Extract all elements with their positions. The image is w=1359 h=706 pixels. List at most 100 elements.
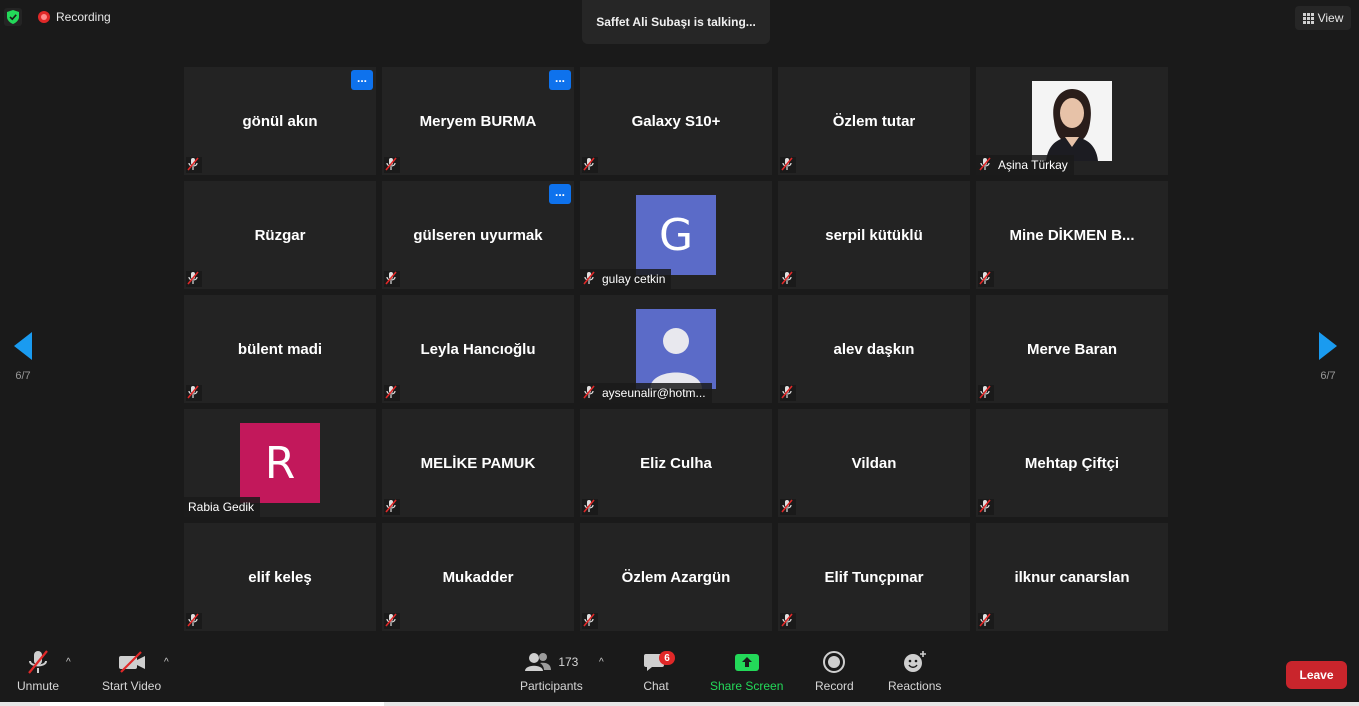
participant-label-bar: Rabia Gedik xyxy=(184,497,261,517)
muted-mic-icon xyxy=(582,385,598,401)
participant-name: ayseunalir@hotm... xyxy=(602,386,706,400)
participant-tile[interactable]: Özlem tutar xyxy=(778,67,970,175)
muted-mic-icon xyxy=(384,157,400,173)
next-page[interactable]: 6/7 xyxy=(1313,332,1343,382)
participant-tile[interactable]: ... Meryem BURMA xyxy=(382,67,574,175)
muted-mic-icon xyxy=(582,157,598,173)
video-options-caret-icon[interactable]: ^ xyxy=(164,657,169,668)
participant-tile[interactable]: ilknur canarslan xyxy=(976,523,1168,631)
participant-tile[interactable]: ... gülseren uyurmak xyxy=(382,181,574,289)
participant-name: Mine DİKMEN B... xyxy=(1009,226,1135,244)
participant-name: bülent madi xyxy=(237,340,323,358)
unmute-button[interactable]: Unmute xyxy=(17,645,59,693)
participant-photo xyxy=(1032,81,1112,161)
muted-mic-icon xyxy=(780,385,796,401)
participants-button[interactable]: 173 Participants xyxy=(520,645,583,693)
participant-tile[interactable]: bülent madi xyxy=(184,295,376,403)
arrow-right-icon xyxy=(1319,332,1337,360)
participant-tile[interactable]: ... gönül akın xyxy=(184,67,376,175)
audio-options-caret-icon[interactable]: ^ xyxy=(66,657,71,668)
leave-button[interactable]: Leave xyxy=(1286,661,1347,689)
participant-name: MELİKE PAMUK xyxy=(420,454,536,472)
muted-mic-icon xyxy=(384,613,400,629)
security-shield-icon[interactable] xyxy=(4,8,22,26)
muted-mic-icon xyxy=(582,271,598,287)
participant-tile[interactable]: MELİKE PAMUK xyxy=(382,409,574,517)
chat-button[interactable]: 6 Chat xyxy=(643,645,675,693)
participant-label-bar: Aşina Türkay xyxy=(976,155,1074,175)
participant-name: Leyla Hancıoğlu xyxy=(420,340,536,358)
recording-indicator[interactable]: Recording xyxy=(38,10,111,24)
unmute-label: Unmute xyxy=(17,679,60,693)
participant-tile[interactable]: Mehtap Çiftçi xyxy=(976,409,1168,517)
muted-mic-icon xyxy=(780,271,796,287)
record-button[interactable]: Record xyxy=(815,645,854,693)
record-label: Record xyxy=(815,679,854,693)
participant-tile[interactable]: Aşina Türkay xyxy=(976,67,1168,175)
participant-name: Elif Tunçpınar xyxy=(824,568,924,586)
participant-name: Rüzgar xyxy=(254,226,306,244)
participant-tile[interactable]: Eliz Culha xyxy=(580,409,772,517)
avatar-letter: G xyxy=(636,195,716,275)
muted-mic-icon xyxy=(978,271,994,287)
participant-tile[interactable]: Özlem Azargün xyxy=(580,523,772,631)
participant-tile[interactable]: R Rabia Gedik xyxy=(184,409,376,517)
view-button[interactable]: View xyxy=(1295,6,1351,30)
muted-mic-icon xyxy=(582,613,598,629)
participant-name: Aşina Türkay xyxy=(998,158,1068,172)
avatar-letter: R xyxy=(240,423,320,503)
participant-name: Galaxy S10+ xyxy=(631,112,721,130)
muted-mic-icon xyxy=(186,157,202,173)
participant-tile[interactable]: Mukadder xyxy=(382,523,574,631)
participant-name: Mukadder xyxy=(442,568,514,586)
record-dot-icon xyxy=(38,11,50,23)
participants-label: Participants xyxy=(520,679,583,693)
participant-tile[interactable]: Ggulay cetkin xyxy=(580,181,772,289)
muted-mic-icon xyxy=(384,385,400,401)
page-indicator-right: 6/7 xyxy=(1320,370,1336,382)
previous-page[interactable]: 6/7 xyxy=(8,332,38,382)
record-icon xyxy=(822,645,846,679)
participants-caret-icon[interactable]: ^ xyxy=(599,657,604,668)
participant-tile[interactable]: Galaxy S10+ xyxy=(580,67,772,175)
participant-tile[interactable]: alev daşkın xyxy=(778,295,970,403)
taskbar-edge xyxy=(0,702,1359,706)
participant-tile[interactable]: Mine DİKMEN B... xyxy=(976,181,1168,289)
muted-mic-icon xyxy=(186,271,202,287)
grid-view-icon xyxy=(1302,12,1314,24)
video-off-icon xyxy=(117,645,147,679)
arrow-left-icon xyxy=(14,332,32,360)
participant-tile[interactable]: elif keleş xyxy=(184,523,376,631)
participant-name: gönül akın xyxy=(242,112,318,130)
participant-tile[interactable]: Merve Baran xyxy=(976,295,1168,403)
chat-label: Chat xyxy=(643,679,669,693)
muted-mic-icon xyxy=(186,385,202,401)
share-screen-label: Share Screen xyxy=(710,679,784,693)
active-speaker-banner: Saffet Ali Subaşı is talking... xyxy=(582,0,770,44)
chat-icon: 6 xyxy=(643,645,675,679)
participant-tile[interactable]: Elif Tunçpınar xyxy=(778,523,970,631)
share-screen-button[interactable]: Share Screen xyxy=(710,645,783,693)
participant-tile[interactable]: serpil kütüklü xyxy=(778,181,970,289)
participant-gallery: ... gönül akın... Meryem BURMA Galaxy S10+ Ö… xyxy=(184,67,1168,631)
participants-icon-group: 173 xyxy=(524,645,578,679)
muted-mic-icon xyxy=(186,613,202,629)
participant-label-bar: gulay cetkin xyxy=(580,269,672,289)
muted-mic-icon xyxy=(978,385,994,401)
muted-mic-icon xyxy=(978,613,994,629)
reactions-button[interactable]: Reactions xyxy=(888,645,941,693)
participant-name: ilknur canarslan xyxy=(1014,568,1130,586)
muted-mic-icon xyxy=(25,645,51,679)
start-video-button[interactable]: Start Video xyxy=(102,645,161,693)
participant-tile[interactable]: ayseunalir@hotm... xyxy=(580,295,772,403)
participant-name: Meryem BURMA xyxy=(419,112,537,130)
reactions-label: Reactions xyxy=(888,679,942,693)
participant-tile[interactable]: Vildan xyxy=(778,409,970,517)
participant-name: Özlem Azargün xyxy=(621,568,731,586)
participant-name: alev daşkın xyxy=(833,340,915,358)
muted-mic-icon xyxy=(384,271,400,287)
participant-tile[interactable]: Rüzgar xyxy=(184,181,376,289)
participant-tile[interactable]: Leyla Hancıoğlu xyxy=(382,295,574,403)
participant-name: Merve Baran xyxy=(1026,340,1118,358)
page-indicator-left: 6/7 xyxy=(15,370,31,382)
